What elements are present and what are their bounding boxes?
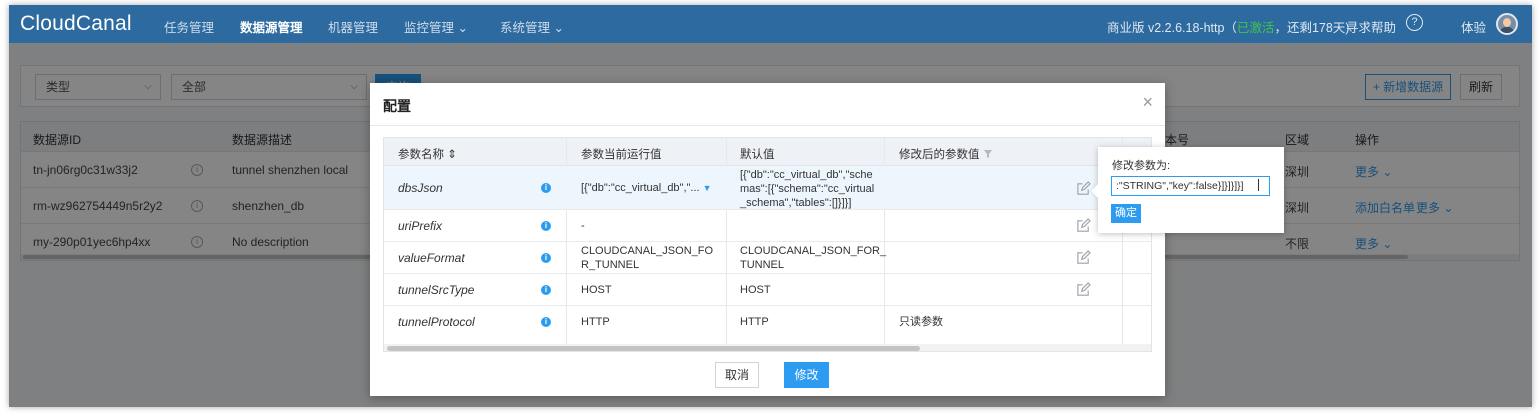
current-value: CLOUDCANAL_JSON_FO R_TUNNEL <box>581 245 714 271</box>
user-name[interactable]: 体验 <box>1461 17 1486 36</box>
read-only-note: 只读参数 <box>899 316 943 328</box>
edit-icon[interactable] <box>1076 181 1091 196</box>
logo: CloudCanal <box>20 12 132 35</box>
submit-button[interactable]: 修改 <box>784 362 829 388</box>
nav-task-management[interactable]: 任务管理 <box>164 17 214 36</box>
default-value: [{"db":"cc_virtual_db","sche mas":[{"sch… <box>740 169 875 209</box>
current-value-dropdown[interactable]: [{"db":"cc_virtual_db","... ▼ <box>581 181 712 195</box>
param-table: 参数名称 ⇕ 参数当前运行值 默认值 修改后的参数值 dbsJson i [{"… <box>383 137 1152 352</box>
edition-info: 商业版 v2.2.6.18-http（已激活，还剩178天) <box>1107 17 1349 36</box>
info-icon[interactable]: i <box>541 253 551 263</box>
param-name: valueFormat <box>398 251 465 265</box>
text-cursor <box>1257 179 1259 191</box>
param-name: uriPrefix <box>398 219 443 233</box>
table-row: valueFormat i CLOUDCANAL_JSON_FO R_TUNNE… <box>384 242 1151 274</box>
filter-icon[interactable] <box>983 149 993 159</box>
confirm-button[interactable]: 确定 <box>1111 204 1141 223</box>
default-value-header: 默认值 <box>740 149 775 161</box>
info-icon[interactable]: i <box>541 221 551 231</box>
edit-popover: 修改参数为: :"STRING","key":false}]}]}]}] 确定 <box>1090 147 1284 233</box>
modal-title: 配置 <box>383 98 411 114</box>
current-value-header: 参数当前运行值 <box>581 149 662 161</box>
edition-suffix: ，还剩178天) <box>1274 21 1350 35</box>
edit-icon[interactable] <box>1076 250 1091 265</box>
scrollbar-thumb[interactable] <box>387 346 920 351</box>
param-name: tunnelProtocol <box>398 315 475 329</box>
param-table-header: 参数名称 ⇕ 参数当前运行值 默认值 修改后的参数值 <box>384 138 1151 166</box>
help-link[interactable]: 寻求帮助 <box>1346 17 1396 36</box>
activation-status: 已激活 <box>1236 21 1275 35</box>
current-value: - <box>581 220 585 232</box>
current-value: HTTP <box>581 316 610 328</box>
edition-prefix: 商业版 v2.2.6.18-http（ <box>1107 21 1237 35</box>
config-modal: 配置 × 参数名称 ⇕ 参数当前运行值 默认值 修改后的参数值 dbsJson … <box>370 83 1165 396</box>
table-row: tunnelProtocol i HTTP HTTP 只读参数 <box>384 306 1151 338</box>
param-value-input[interactable]: :"STRING","key":false}]}]}]}] <box>1111 176 1270 196</box>
edit-icon[interactable] <box>1076 282 1091 297</box>
table-row: dbsJson i [{"db":"cc_virtual_db","... ▼ … <box>384 166 1151 210</box>
popover-label: 修改参数为: <box>1112 160 1171 172</box>
help-icon[interactable]: ? <box>1406 14 1423 31</box>
caret-down-icon: ▼ <box>702 183 712 193</box>
close-icon[interactable]: × <box>1142 92 1153 113</box>
param-name: dbsJson <box>398 181 443 195</box>
info-icon[interactable]: i <box>541 317 551 327</box>
nav-datasource-management[interactable]: 数据源管理 <box>240 17 303 36</box>
edit-icon[interactable] <box>1076 218 1091 233</box>
modified-value-header: 修改后的参数值 <box>899 146 993 162</box>
current-value: HOST <box>581 284 612 296</box>
default-value: CLOUDCANAL_JSON_FOR_ TUNNEL <box>740 245 887 271</box>
modified-value-label: 修改后的参数值 <box>899 149 980 161</box>
app-window: CloudCanal 任务管理 数据源管理 机器管理 监控管理 ⌄ 系统管理 ⌄… <box>9 5 1532 407</box>
param-value-text: :"STRING","key":false}]}]}]}] <box>1116 180 1244 192</box>
default-value: HTTP <box>740 316 769 328</box>
table-row: uriPrefix i - <box>384 210 1151 242</box>
avatar[interactable] <box>1496 13 1518 35</box>
table-row: tunnelSrcType i HOST HOST <box>384 274 1151 306</box>
param-name: tunnelSrcType <box>398 283 475 297</box>
cancel-button[interactable]: 取消 <box>715 362 759 388</box>
current-value: [{"db":"cc_virtual_db","... <box>581 182 700 194</box>
default-value: HOST <box>740 284 771 296</box>
top-nav: CloudCanal 任务管理 数据源管理 机器管理 监控管理 ⌄ 系统管理 ⌄… <box>9 5 1532 43</box>
info-icon[interactable]: i <box>541 285 551 295</box>
modal-header: 配置 × <box>370 83 1165 126</box>
info-icon[interactable]: i <box>541 183 551 193</box>
nav-machine-management[interactable]: 机器管理 <box>328 17 378 36</box>
nav-monitor-management[interactable]: 监控管理 ⌄ <box>404 17 468 36</box>
param-name-header[interactable]: 参数名称 ⇕ <box>398 146 457 162</box>
nav-system-management[interactable]: 系统管理 ⌄ <box>500 17 564 36</box>
